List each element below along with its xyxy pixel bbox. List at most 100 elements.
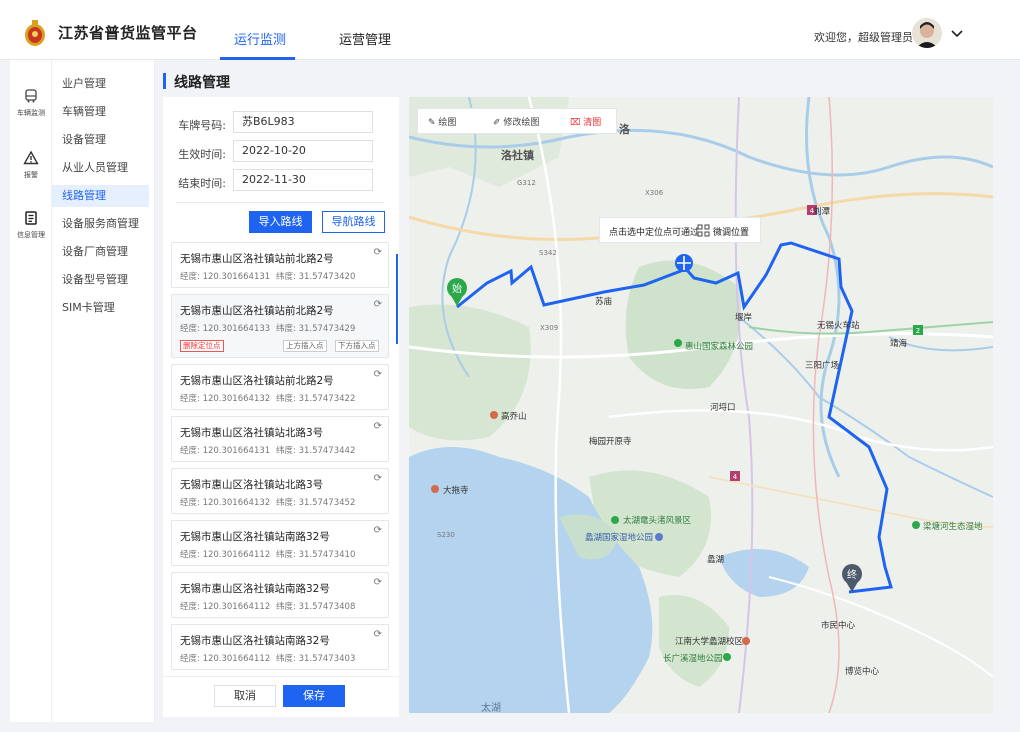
point-longitude: 经度: 120.301664131 (180, 446, 271, 456)
submenu-item-device-maker[interactable]: 设备厂商管理 (52, 241, 149, 263)
tooltip-hint: 点击选中定位点可通过 (609, 228, 700, 238)
map-label: G312 (517, 179, 536, 187)
submenu-item-sim[interactable]: SIM卡管理 (52, 297, 149, 319)
refresh-icon[interactable]: ⟳ (374, 299, 382, 310)
insert-below-button[interactable]: 下方插入点 (335, 340, 379, 352)
map-label: 苏庙 (595, 297, 613, 307)
rail-label: 车辆监测 (17, 109, 45, 117)
form-divider (176, 202, 384, 203)
map-label: 梅园开原寺 (589, 437, 632, 447)
point-address: 无锡市惠山区洛社镇站北路3号 (180, 427, 324, 439)
point-address: 无锡市惠山区洛社镇站前北路2号 (180, 375, 334, 387)
map-label: 高乔山 (501, 412, 527, 422)
route-map[interactable]: 始 终 4 2 4 洛社镇 洛 刘潭 苏庙 堰岸 惠山国家森林公园 无锡火车站 … (409, 97, 993, 713)
poi-wetland-icon (912, 521, 920, 529)
insert-above-button[interactable]: 上方插入点 (283, 340, 327, 352)
refresh-icon[interactable]: ⟳ (374, 369, 382, 380)
save-button[interactable]: 保存 (283, 685, 345, 707)
import-route-button[interactable]: 导入路线 (249, 211, 312, 233)
app-title: 江苏省普货监管平台 (58, 24, 198, 42)
submenu-item-staff[interactable]: 从业人员管理 (52, 157, 149, 179)
delete-point-button[interactable]: 删除定位点 (180, 340, 224, 352)
map-label: 惠山国家森林公园 (685, 342, 754, 352)
point-address: 无锡市惠山区洛社镇站北路3号 (180, 479, 324, 491)
point-longitude: 经度: 120.301664133 (180, 324, 271, 334)
submenu-item-routes[interactable]: 线路管理 (52, 185, 149, 207)
cancel-button[interactable]: 取消 (214, 685, 276, 707)
svg-text:终: 终 (847, 568, 857, 581)
end-date-label: 结束时间: (178, 177, 226, 190)
bus-icon (25, 89, 37, 103)
submenu-item-devices[interactable]: 设备管理 (52, 129, 149, 151)
map-label: 梁塘河生态湿地 (923, 522, 983, 532)
map-label: 无锡火车站 (817, 321, 860, 331)
tooltip-action: 微调位置 (713, 228, 750, 238)
warning-icon (23, 150, 39, 165)
refresh-icon[interactable]: ⟳ (374, 421, 382, 432)
submenu-item-vehicles[interactable]: 车辆管理 (52, 101, 149, 123)
rail-item-alarm[interactable]: 报警 (10, 150, 52, 180)
refresh-icon[interactable]: ⟳ (374, 629, 382, 640)
submenu-item-device-provider[interactable]: 设备服务商管理 (52, 213, 149, 235)
point-latitude: 纬度: 31.57473442 (276, 446, 356, 456)
list-item[interactable]: 无锡市惠山区洛社镇站北路3号 经度: 120.301664131 纬度: 31.… (171, 416, 389, 462)
chevron-down-icon[interactable] (951, 27, 963, 41)
map-label: S230 (437, 531, 455, 539)
svg-text:始: 始 (452, 282, 462, 295)
list-item[interactable]: 无锡市惠山区洛社镇站前北路2号 经度: 120.301664132 纬度: 31… (171, 364, 389, 410)
start-date-label: 生效时间: (178, 148, 226, 161)
point-longitude: 经度: 120.301664132 (180, 394, 271, 404)
list-item-selected[interactable]: 无锡市惠山区洛社镇站前北路2号 经度: 120.301664133 纬度: 31… (171, 294, 389, 358)
end-date-input[interactable]: 2022-11-30 (233, 169, 373, 191)
refresh-icon[interactable]: ⟳ (374, 525, 382, 536)
map-label: 靖海 (890, 339, 908, 349)
submenu-item-device-model[interactable]: 设备型号管理 (52, 269, 149, 291)
map-toolbar: ✎ 绘图 ✐ 修改绘图 ⌧ 清图 (417, 108, 617, 134)
map-label: 太湖 (481, 703, 501, 713)
plate-input[interactable]: 苏B6L983 (233, 111, 373, 133)
clear-drawing-button[interactable]: ⌧ 清图 (570, 115, 601, 128)
map-canvas[interactable]: 始 终 4 2 4 (409, 97, 993, 713)
edit-label: 修改绘图 (503, 118, 540, 128)
point-latitude: 纬度: 31.57473403 (276, 654, 356, 664)
emblem-logo-icon (25, 20, 45, 46)
list-item[interactable]: 无锡市惠山区洛社镇站南路32号 经度: 120.301664112 纬度: 31… (171, 572, 389, 618)
start-date-input[interactable]: 2022-10-20 (233, 140, 373, 162)
point-longitude: 经度: 120.301664112 (180, 602, 271, 612)
list-item[interactable]: 无锡市惠山区洛社镇站前北路2号 经度: 120.301664131 纬度: 31… (171, 242, 389, 288)
map-label: 三阳广场 (805, 361, 840, 371)
map-label: X306 (645, 189, 664, 197)
page-title: 线路管理 (174, 75, 230, 91)
rail-item-vehicle-monitor[interactable]: 车辆监测 (10, 88, 52, 118)
point-latitude: 纬度: 31.57473408 (276, 602, 356, 612)
refresh-icon[interactable]: ⟳ (374, 247, 382, 258)
point-address: 无锡市惠山区洛社镇站南路32号 (180, 531, 330, 543)
point-latitude: 纬度: 31.57473452 (276, 498, 356, 508)
poi-scenic-icon (611, 516, 619, 524)
map-label: 蠡湖国家湿地公园 (585, 533, 654, 543)
tab-runtime-monitor[interactable]: 运行监测 (234, 29, 286, 48)
rail-item-info-management[interactable]: 信息管理 (10, 210, 52, 240)
user-avatar-icon (916, 22, 938, 48)
list-item[interactable]: 无锡市惠山区洛社镇站南路32号 经度: 120.301664112 纬度: 31… (171, 624, 389, 670)
navigate-route-button[interactable]: 导航路线 (322, 211, 385, 233)
poi-university-icon (742, 637, 750, 645)
list-scrollbar[interactable] (396, 254, 398, 344)
list-item[interactable]: 无锡市惠山区洛社镇站北路3号 经度: 120.301664132 纬度: 31.… (171, 468, 389, 514)
point-latitude: 纬度: 31.57473420 (276, 272, 356, 282)
map-label: 堰岸 (735, 313, 753, 323)
tab-operations[interactable]: 运营管理 (339, 29, 391, 48)
move-point-icon[interactable] (675, 254, 693, 272)
list-item[interactable]: 无锡市惠山区洛社镇站南路32号 经度: 120.301664112 纬度: 31… (171, 520, 389, 566)
refresh-icon[interactable]: ⟳ (374, 577, 382, 588)
point-address: 无锡市惠山区洛社镇站南路32号 (180, 635, 330, 647)
avatar[interactable] (912, 18, 942, 48)
form-footer (163, 676, 399, 717)
point-latitude: 纬度: 31.57473410 (276, 550, 356, 560)
edit-drawing-button[interactable]: ✐ 修改绘图 (493, 115, 539, 128)
submenu-item-business[interactable]: 业户管理 (52, 73, 149, 95)
refresh-icon[interactable]: ⟳ (374, 473, 382, 484)
secondary-sidebar: 业户管理 车辆管理 设备管理 从业人员管理 线路管理 设备服务商管理 设备厂商管… (52, 60, 155, 722)
draw-tool-button[interactable]: ✎ 绘图 (428, 115, 456, 128)
map-label: 河埒口 (710, 403, 736, 413)
